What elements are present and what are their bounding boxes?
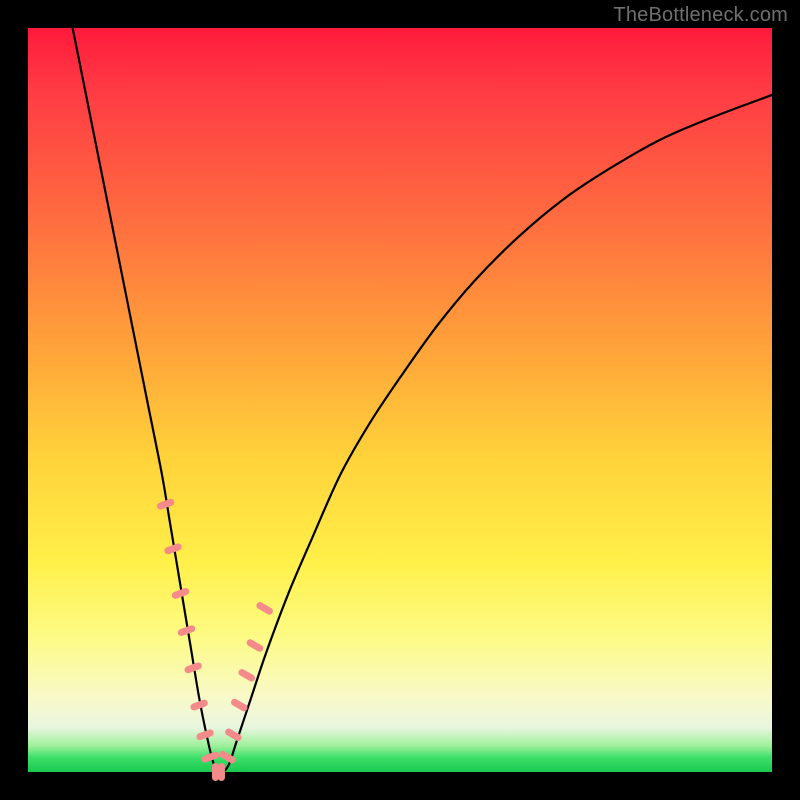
chart-frame: TheBottleneck.com [0,0,800,800]
highlight-dot [255,601,274,616]
watermark-text: TheBottleneck.com [613,4,788,27]
highlight-dot [237,668,256,683]
highlight-dot [230,698,249,713]
bottleneck-curve [73,28,772,772]
highlight-dot [245,638,264,653]
curve-layer [28,28,772,772]
highlight-dot [212,763,219,781]
plot-area [28,28,772,772]
highlight-dot [218,763,225,781]
